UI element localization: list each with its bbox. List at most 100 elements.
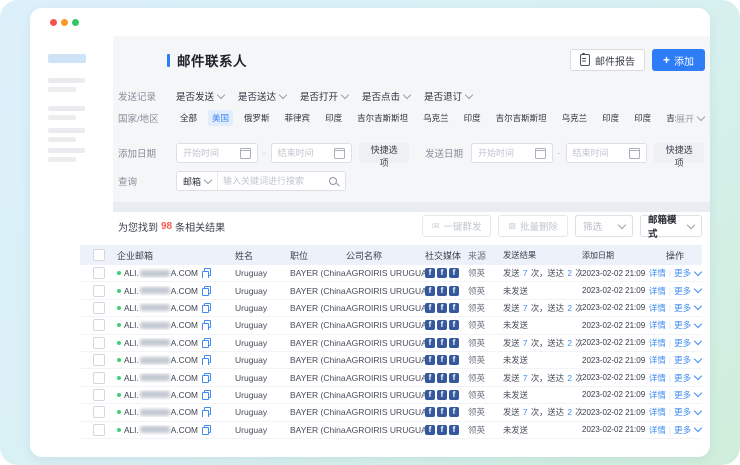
detail-link[interactable]: 详情	[649, 372, 666, 384]
detail-link[interactable]: 详情	[649, 285, 666, 297]
country-option[interactable]: 全部	[176, 110, 201, 126]
row-checkbox[interactable]	[93, 354, 105, 366]
facebook-icon[interactable]: f	[425, 286, 435, 296]
bulk-send-button[interactable]: ✉ 一键群发	[422, 215, 492, 237]
facebook-icon[interactable]: f	[425, 390, 435, 400]
copy-icon[interactable]	[202, 425, 211, 435]
copy-icon[interactable]	[202, 373, 211, 383]
copy-icon[interactable]	[202, 338, 211, 348]
more-link[interactable]: 更多	[674, 406, 701, 418]
header-checkbox[interactable]	[93, 249, 105, 261]
country-option[interactable]: 印度	[321, 110, 346, 126]
send-date-end-input[interactable]	[566, 143, 648, 163]
facebook-icon[interactable]: f	[449, 425, 459, 435]
country-option[interactable]: 美国	[208, 110, 233, 126]
country-option[interactable]: 俄罗斯	[240, 110, 274, 126]
facebook-icon[interactable]: f	[437, 338, 447, 348]
facebook-icon[interactable]: f	[425, 338, 435, 348]
facebook-icon[interactable]: f	[437, 373, 447, 383]
facebook-icon[interactable]: f	[449, 407, 459, 417]
copy-icon[interactable]	[202, 407, 211, 417]
facebook-icon[interactable]: f	[449, 355, 459, 365]
facebook-icon[interactable]: f	[449, 268, 459, 278]
facebook-icon[interactable]: f	[449, 373, 459, 383]
more-link[interactable]: 更多	[674, 319, 701, 331]
sidebar-item[interactable]	[48, 115, 76, 120]
facebook-icon[interactable]: f	[425, 320, 435, 330]
facebook-icon[interactable]: f	[437, 268, 447, 278]
copy-icon[interactable]	[202, 355, 211, 365]
country-option[interactable]: 印度	[598, 110, 623, 126]
add-date-end-input[interactable]	[271, 143, 353, 163]
facebook-icon[interactable]: f	[437, 320, 447, 330]
facebook-icon[interactable]: f	[425, 268, 435, 278]
search-field-select[interactable]: 邮箱	[177, 172, 218, 190]
send-date-quick-options-button[interactable]: 快捷选项	[654, 143, 704, 163]
facebook-icon[interactable]: f	[425, 303, 435, 313]
search-icon[interactable]	[329, 177, 337, 185]
row-checkbox[interactable]	[93, 302, 105, 314]
send-filter-dropdown[interactable]: 是否退订	[424, 89, 472, 103]
copy-icon[interactable]	[202, 390, 211, 400]
more-link[interactable]: 更多	[674, 354, 701, 366]
sidebar-item-active[interactable]	[48, 54, 86, 63]
sidebar-item[interactable]	[48, 148, 85, 153]
add-date-start-input[interactable]	[176, 143, 258, 163]
add-date-quick-options-button[interactable]: 快捷选项	[359, 143, 409, 163]
detail-link[interactable]: 详情	[649, 319, 666, 331]
facebook-icon[interactable]: f	[437, 355, 447, 365]
send-filter-dropdown[interactable]: 是否点击	[362, 89, 410, 103]
more-link[interactable]: 更多	[674, 372, 701, 384]
copy-icon[interactable]	[202, 303, 211, 313]
detail-link[interactable]: 详情	[649, 302, 666, 314]
row-checkbox[interactable]	[93, 389, 105, 401]
country-option[interactable]: 乌克兰	[419, 110, 453, 126]
more-link[interactable]: 更多	[674, 267, 701, 279]
detail-link[interactable]: 详情	[649, 337, 666, 349]
mail-report-button[interactable]: 邮件报告	[570, 49, 645, 71]
facebook-icon[interactable]: f	[449, 320, 459, 330]
sidebar-item[interactable]	[48, 157, 76, 162]
detail-link[interactable]: 详情	[649, 406, 666, 418]
facebook-icon[interactable]: f	[449, 338, 459, 348]
more-link[interactable]: 更多	[674, 302, 701, 314]
more-link[interactable]: 更多	[674, 389, 701, 401]
add-button[interactable]: + 添加	[652, 49, 705, 71]
facebook-icon[interactable]: f	[425, 407, 435, 417]
country-option[interactable]: 乌克兰	[558, 110, 592, 126]
country-option[interactable]: 吉尔吉斯斯坦	[662, 110, 676, 126]
facebook-icon[interactable]: f	[437, 425, 447, 435]
copy-icon[interactable]	[202, 268, 211, 278]
send-filter-dropdown[interactable]: 是否打开	[300, 89, 348, 103]
row-checkbox[interactable]	[93, 319, 105, 331]
filter-select[interactable]: 筛选	[575, 215, 633, 237]
send-filter-dropdown[interactable]: 是否发送	[176, 89, 224, 103]
row-checkbox[interactable]	[93, 424, 105, 436]
more-link[interactable]: 更多	[674, 285, 701, 297]
country-option[interactable]: 印度	[460, 110, 485, 126]
country-option[interactable]: 菲律宾	[281, 110, 315, 126]
detail-link[interactable]: 详情	[649, 424, 666, 436]
copy-icon[interactable]	[202, 286, 211, 296]
sidebar-item[interactable]	[48, 137, 76, 142]
facebook-icon[interactable]: f	[425, 355, 435, 365]
facebook-icon[interactable]: f	[425, 425, 435, 435]
facebook-icon[interactable]: f	[449, 286, 459, 296]
send-filter-dropdown[interactable]: 是否送达	[238, 89, 286, 103]
expand-toggle[interactable]: 展开	[676, 112, 704, 125]
row-checkbox[interactable]	[93, 267, 105, 279]
bulk-delete-button[interactable]: ⊠ 批量删除	[498, 215, 568, 237]
facebook-icon[interactable]: f	[449, 303, 459, 313]
country-option[interactable]: 印度	[630, 110, 655, 126]
facebook-icon[interactable]: f	[437, 407, 447, 417]
copy-icon[interactable]	[202, 320, 211, 330]
send-date-start-input[interactable]	[471, 143, 553, 163]
facebook-icon[interactable]: f	[449, 390, 459, 400]
sidebar-item[interactable]	[48, 87, 76, 92]
more-link[interactable]: 更多	[674, 424, 701, 436]
facebook-icon[interactable]: f	[437, 303, 447, 313]
mode-select[interactable]: 邮箱模式	[640, 215, 702, 237]
facebook-icon[interactable]: f	[425, 373, 435, 383]
facebook-icon[interactable]: f	[437, 390, 447, 400]
sidebar-item[interactable]	[48, 106, 85, 111]
